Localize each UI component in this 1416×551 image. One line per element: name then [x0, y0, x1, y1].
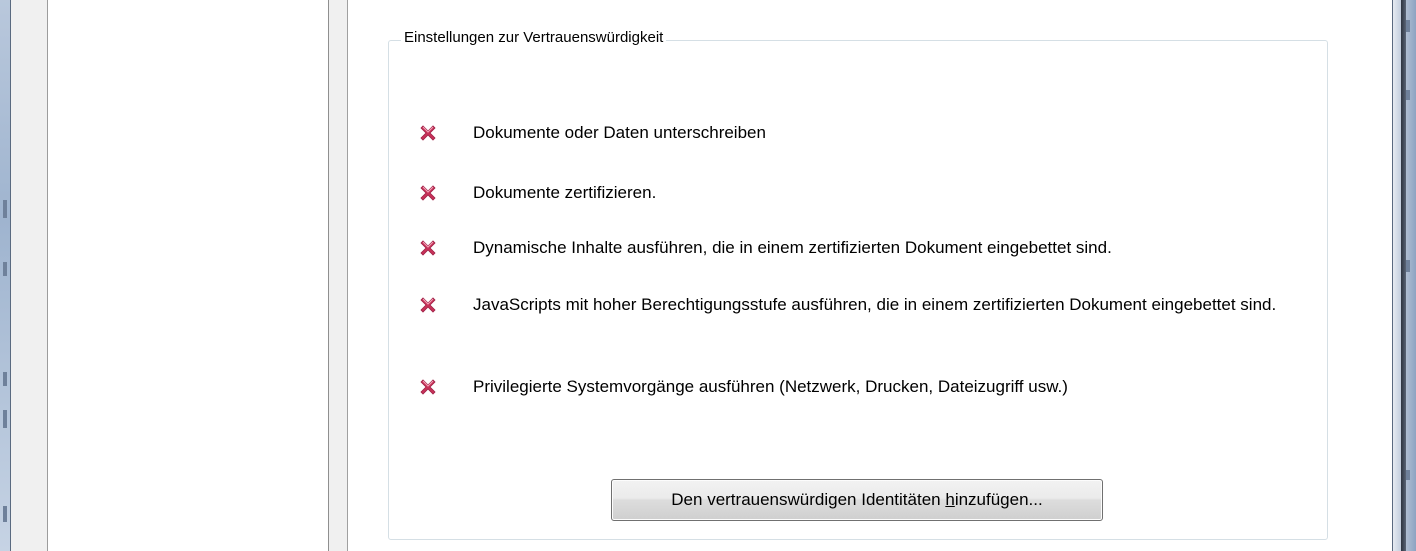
- permission-item: JavaScripts mit hoher Berechtigungsstufe…: [417, 293, 1297, 317]
- permission-label: JavaScripts mit hoher Berechtigungsstufe…: [473, 295, 1277, 314]
- permission-label: Dynamische Inhalte ausführen, die in ein…: [473, 238, 1112, 257]
- deny-x-icon: [420, 240, 436, 256]
- add-to-trusted-identities-button[interactable]: Den vertrauenswürdigen Identitäten h inzu…: [611, 479, 1103, 521]
- permission-label: Dokumente zertifizieren.: [473, 183, 657, 202]
- button-label-before: Den vertrauenswürdigen Identitäten: [671, 490, 946, 509]
- permission-label: Dokumente oder Daten unterschreiben: [473, 123, 766, 142]
- deny-x-icon: [420, 379, 436, 395]
- groupbox-title: Einstellungen zur Vertrauenswürdigkeit: [401, 29, 667, 46]
- deny-x-icon: [420, 185, 436, 201]
- permission-item: Privilegierte Systemvorgänge ausführen (…: [417, 375, 1297, 399]
- permission-item: Dokumente zertifizieren.: [417, 181, 1297, 205]
- dialog-screen: Einstellungen zur Vertrauenswürdigkeit D…: [0, 0, 1416, 551]
- deny-x-icon: [420, 125, 436, 141]
- permission-item: Dokumente oder Daten unterschreiben: [417, 121, 1297, 145]
- window-frame-right: [1392, 0, 1416, 551]
- button-label-after: inzufügen...: [954, 490, 1043, 509]
- list-pane[interactable]: [48, 0, 329, 551]
- details-pane: Einstellungen zur Vertrauenswürdigkeit D…: [348, 0, 1392, 551]
- window-frame-left: [0, 0, 11, 551]
- deny-x-icon: [420, 297, 436, 313]
- button-label-accelerator: h: [945, 490, 955, 509]
- permission-label: Privilegierte Systemvorgänge ausführen (…: [473, 377, 1068, 396]
- trust-settings-groupbox: Einstellungen zur Vertrauenswürdigkeit D…: [388, 29, 1328, 540]
- pane-splitter[interactable]: [329, 0, 348, 551]
- permission-item: Dynamische Inhalte ausführen, die in ein…: [417, 236, 1297, 260]
- nav-pane: [11, 0, 48, 551]
